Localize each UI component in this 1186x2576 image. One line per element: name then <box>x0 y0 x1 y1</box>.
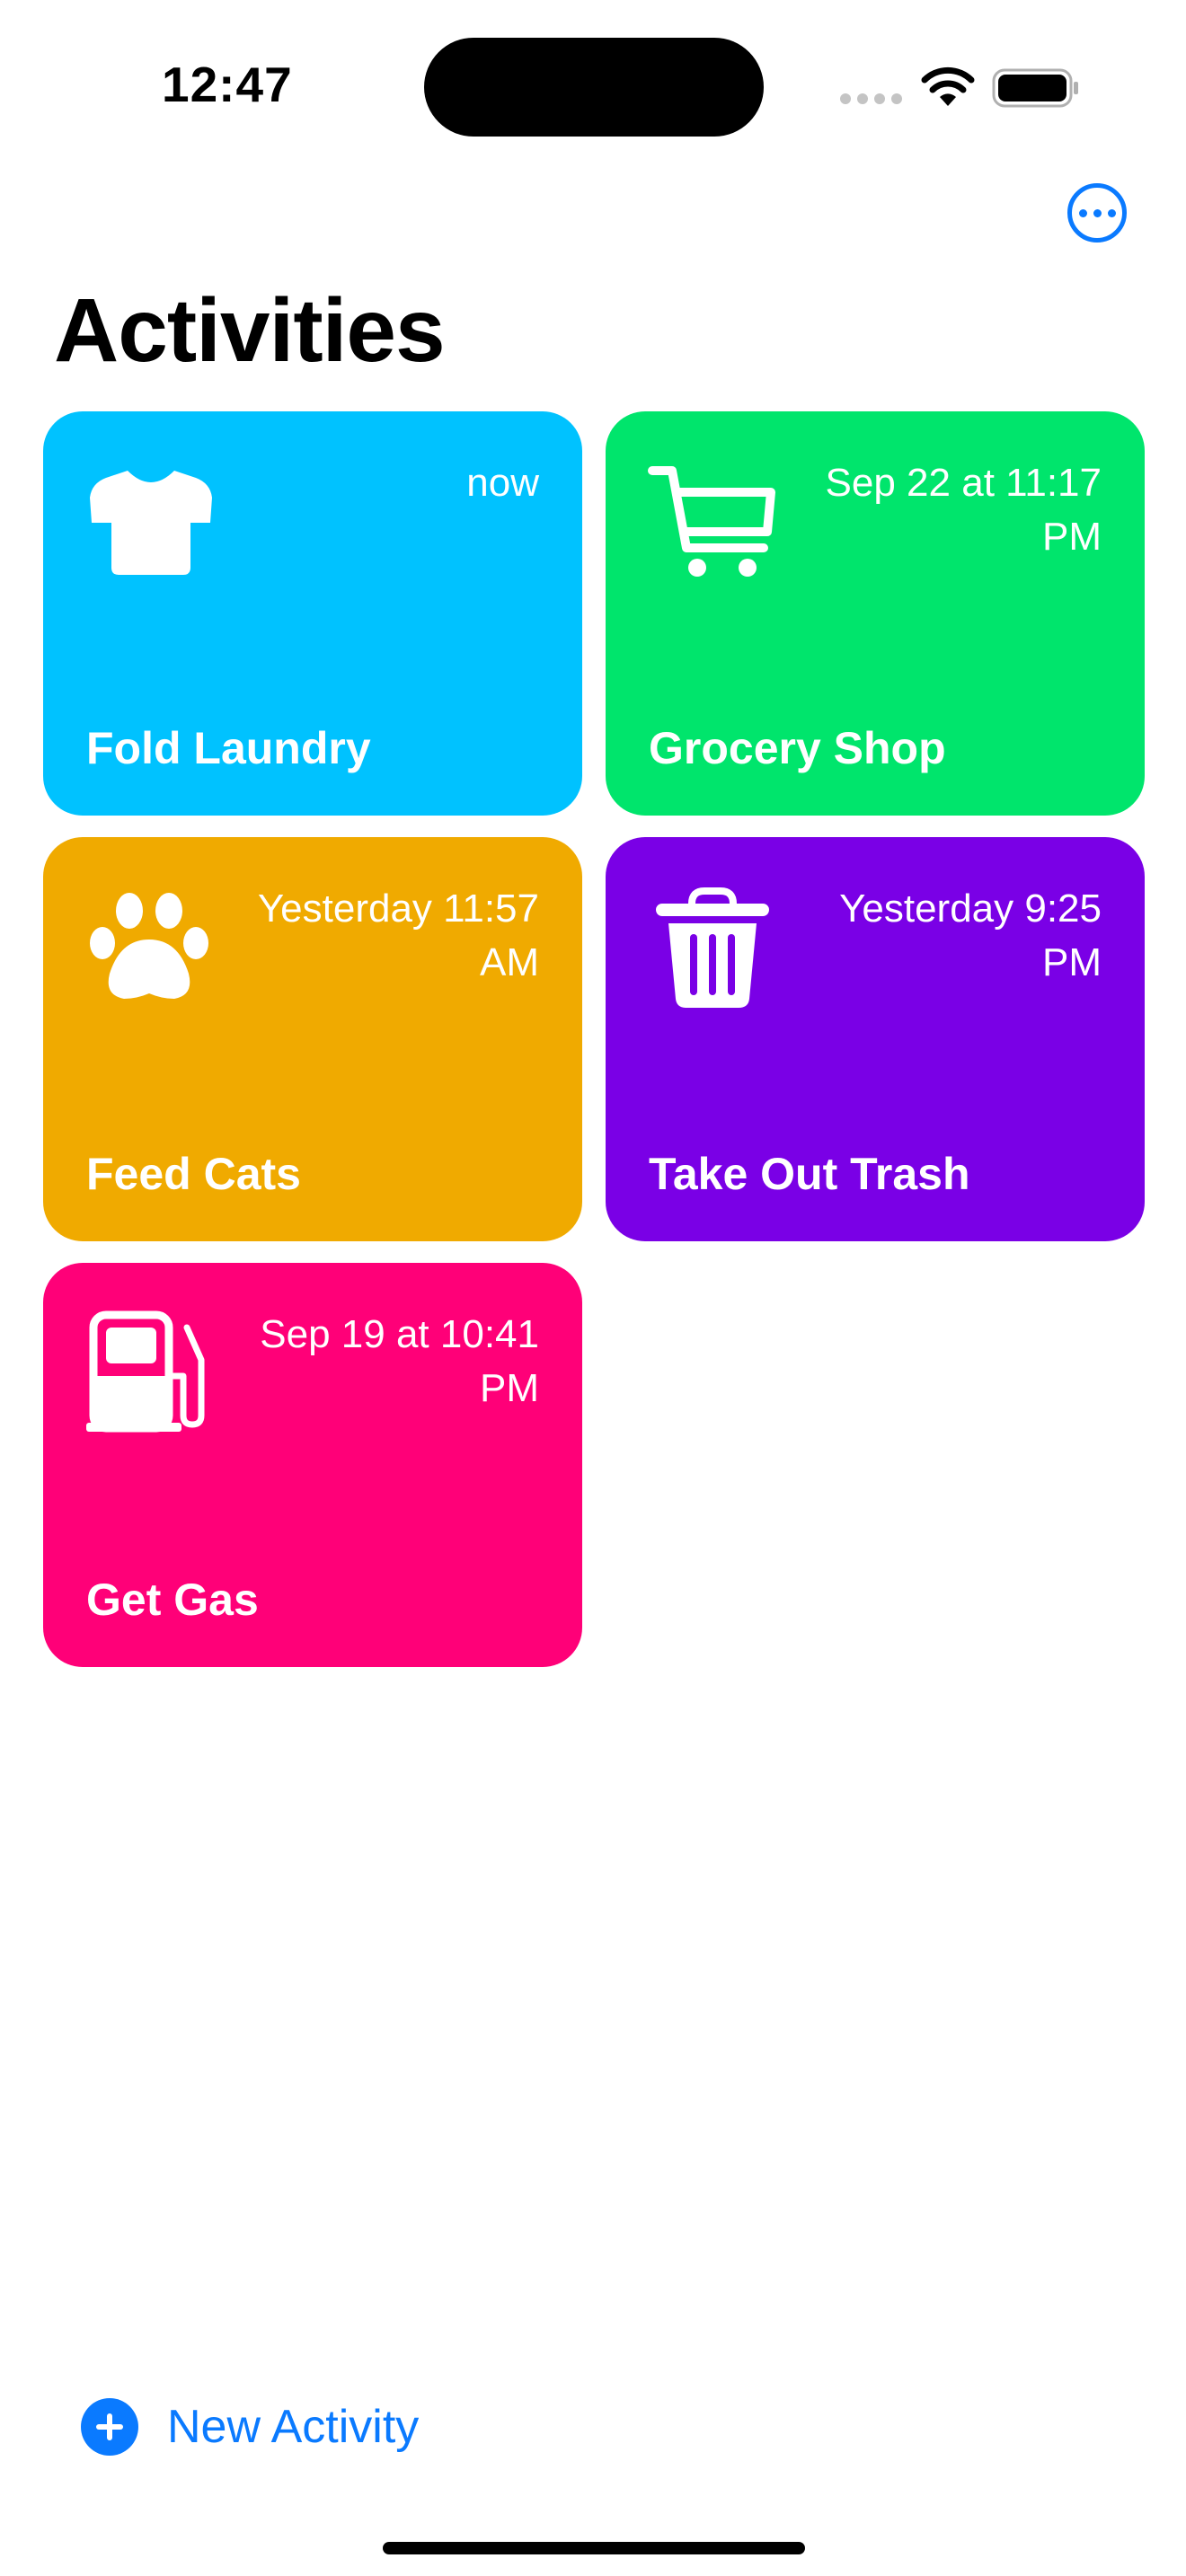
activity-card-fold-laundry[interactable]: now Fold Laundry <box>43 411 582 816</box>
pawprint-icon <box>84 884 217 1010</box>
ellipsis-circle-icon <box>1078 208 1087 217</box>
tshirt-icon <box>84 458 217 584</box>
home-indicator[interactable] <box>383 2542 805 2554</box>
battery-icon <box>992 68 1078 108</box>
activity-card-get-gas[interactable]: Sep 19 at 10:41 PM Get Gas <box>43 1263 582 1667</box>
wifi-icon <box>921 66 975 106</box>
card-timestamp: Yesterday 11:57 AM <box>257 887 539 984</box>
status-bar: 12:47 <box>0 0 1186 171</box>
card-title: Take Out Trash <box>649 1149 970 1199</box>
card-timestamp: Sep 22 at 11:17 PM <box>825 461 1102 559</box>
card-timestamp: now <box>466 461 539 505</box>
status-time: 12:47 <box>162 57 293 112</box>
card-title: Feed Cats <box>86 1149 301 1199</box>
card-title: Grocery Shop <box>649 723 946 773</box>
more-options-button[interactable] <box>1067 183 1127 243</box>
activity-card-take-out-trash[interactable]: Yesterday 9:25 PM Take Out Trash <box>606 837 1145 1241</box>
card-timestamp: Sep 19 at 10:41 PM <box>260 1312 539 1410</box>
dynamic-island <box>424 38 764 137</box>
page-title: Activities <box>54 280 446 381</box>
card-title: Get Gas <box>86 1575 259 1625</box>
plus-circle-icon <box>81 2398 138 2456</box>
activity-card-grocery-shop[interactable]: Sep 22 at 11:17 PM Grocery Shop <box>606 411 1145 816</box>
new-activity-label: New Activity <box>167 2401 420 2453</box>
fuel-pump-icon <box>84 1310 217 1435</box>
card-timestamp: Yesterday 9:25 PM <box>839 887 1102 984</box>
activity-card-feed-cats[interactable]: Yesterday 11:57 AM Feed Cats <box>43 837 582 1241</box>
new-activity-button[interactable]: New Activity <box>81 2398 419 2456</box>
cellular-signal-icon <box>840 93 902 104</box>
cart-icon <box>647 458 780 584</box>
card-title: Fold Laundry <box>86 723 371 773</box>
trash-icon <box>647 884 780 1010</box>
